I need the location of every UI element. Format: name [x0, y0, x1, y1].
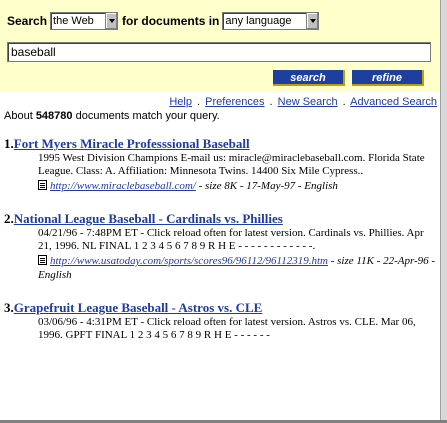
result-item: 2.National League Baseball - Cardinals v…: [0, 211, 440, 282]
result-item: 1.Fort Myers Miracle Professsional Baseb…: [0, 136, 440, 193]
chevron-down-icon[interactable]: [105, 13, 118, 29]
result-title-row: 1.Fort Myers Miracle Professsional Baseb…: [0, 136, 440, 152]
result-number: 3.: [4, 300, 14, 315]
link-separator: .: [342, 96, 346, 108]
language-select[interactable]: any language: [222, 12, 320, 30]
link-separator: .: [269, 96, 273, 108]
result-title-link[interactable]: Fort Myers Miracle Professsional Basebal…: [14, 136, 250, 151]
result-item: 3.Grapefruit League Baseball - Astros vs…: [0, 300, 440, 342]
page-icon: [38, 180, 47, 190]
search-panel: Search the Web for documents in any lang…: [0, 0, 440, 92]
for-documents-label: for documents in: [122, 14, 220, 28]
result-title-link[interactable]: Grapefruit League Baseball - Astros vs. …: [14, 300, 263, 315]
result-url-row: http://www.usatoday.com/sports/scores96/…: [38, 254, 440, 282]
result-number: 1.: [4, 136, 14, 151]
page-icon: [38, 255, 47, 265]
search-button[interactable]: search: [273, 70, 345, 86]
search-row: Search the Web for documents in any lang…: [7, 11, 320, 31]
result-url-link[interactable]: http://www.usatoday.com/sports/scores96/…: [50, 255, 328, 267]
result-snippet: 1995 West Division Champions E-mail us: …: [38, 152, 425, 177]
link-separator: .: [197, 96, 201, 108]
results-list: 1.Fort Myers Miracle Professsional Baseb…: [0, 136, 440, 360]
chevron-down-icon[interactable]: [306, 13, 319, 29]
result-number: 2.: [4, 211, 14, 226]
scope-select[interactable]: the Web: [50, 12, 119, 30]
result-meta: - size 8K - 17-May-97 - English: [195, 180, 338, 192]
result-count: 548780: [35, 110, 73, 122]
refine-button[interactable]: refine: [352, 70, 424, 86]
result-title-link[interactable]: National League Baseball - Cardinals vs.…: [14, 211, 283, 226]
summary-prefix: About: [4, 110, 33, 122]
result-snippet: 03/06/96 - 4:31PM ET - Click reload ofte…: [38, 316, 416, 341]
language-select-value: any language: [225, 15, 292, 27]
result-title-row: 2.National League Baseball - Cardinals v…: [0, 211, 440, 227]
summary-suffix: documents match your query.: [75, 110, 220, 122]
new-search-link[interactable]: New Search: [278, 96, 338, 108]
result-title-row: 3.Grapefruit League Baseball - Astros vs…: [0, 300, 440, 316]
result-url-row: http://www.miraclebaseball.com/ - size 8…: [38, 179, 440, 193]
search-input[interactable]: baseball: [7, 42, 431, 62]
advanced-search-link[interactable]: Advanced Search: [350, 96, 437, 108]
search-label: Search: [7, 14, 48, 28]
result-snippet: 04/21/96 - 7:48PM ET - Click reload ofte…: [38, 227, 424, 252]
result-url-link[interactable]: http://www.miraclebaseball.com/: [50, 180, 196, 192]
scope-select-value: the Web: [53, 15, 94, 27]
scrollbar[interactable]: [440, 0, 447, 423]
help-link[interactable]: Help: [169, 96, 192, 108]
preferences-link[interactable]: Preferences: [205, 96, 264, 108]
top-links: Help . Preferences . New Search . Advanc…: [169, 96, 437, 108]
result-summary: About 548780 documents match your query.: [4, 110, 220, 122]
